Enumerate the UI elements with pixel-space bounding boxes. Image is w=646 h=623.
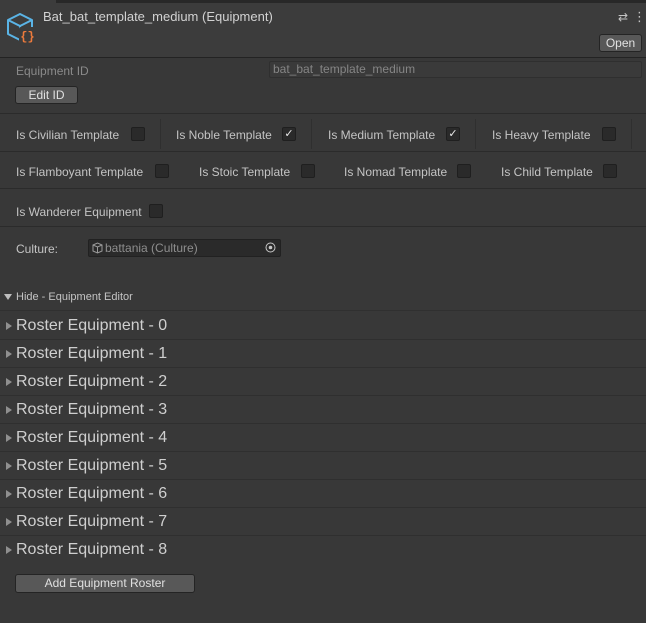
nomad-template-label: Is Nomad Template <box>344 165 448 179</box>
flamboyant-template-checkbox[interactable] <box>155 164 169 178</box>
wanderer-equipment-checkbox[interactable] <box>149 204 163 218</box>
noble-template-label: Is Noble Template <box>176 128 272 142</box>
roster-label: Roster Equipment - 3 <box>16 401 168 418</box>
roster-foldout-8[interactable]: Roster Equipment - 8 <box>0 536 646 564</box>
culture-object-field[interactable]: battania (Culture) <box>88 239 281 257</box>
wanderer-equipment-label: Is Wanderer Equipment <box>16 205 142 219</box>
child-template-checkbox[interactable] <box>603 164 617 178</box>
heavy-template-label: Is Heavy Template <box>492 128 591 142</box>
equipment-id-label: Equipment ID <box>16 64 89 78</box>
roster-label: Roster Equipment - 0 <box>16 317 168 334</box>
roster-foldout-3[interactable]: Roster Equipment - 3 <box>0 396 646 424</box>
divider <box>311 119 312 149</box>
divider <box>0 226 646 227</box>
foldout-collapsed-icon[interactable] <box>6 518 12 526</box>
equipment-id-field: bat_bat_template_medium <box>269 61 642 78</box>
equipment-editor-foldout[interactable]: Hide - Equipment Editor <box>16 291 133 303</box>
divider <box>0 151 646 152</box>
foldout-collapsed-icon[interactable] <box>6 406 12 414</box>
foldout-collapsed-icon[interactable] <box>6 378 12 386</box>
foldout-collapsed-icon[interactable] <box>6 546 12 554</box>
foldout-expanded-icon[interactable] <box>4 294 12 300</box>
roster-foldout-2[interactable]: Roster Equipment - 2 <box>0 368 646 396</box>
civilian-template-label: Is Civilian Template <box>16 128 120 142</box>
roster-label: Roster Equipment - 7 <box>16 513 168 530</box>
civilian-template-checkbox[interactable] <box>131 127 145 141</box>
roster-label: Roster Equipment - 8 <box>16 541 168 558</box>
stoic-template-checkbox[interactable] <box>301 164 315 178</box>
culture-value: battania (Culture) <box>105 241 198 255</box>
foldout-collapsed-icon[interactable] <box>6 434 12 442</box>
child-template-label: Is Child Template <box>501 165 593 179</box>
stoic-template-label: Is Stoic Template <box>199 165 291 179</box>
heavy-template-checkbox[interactable] <box>602 127 616 141</box>
roster-label: Roster Equipment - 2 <box>16 373 168 390</box>
roster-label: Roster Equipment - 4 <box>16 429 168 446</box>
foldout-collapsed-icon[interactable] <box>6 490 12 498</box>
roster-foldout-6[interactable]: Roster Equipment - 6 <box>0 480 646 508</box>
open-button[interactable]: Open <box>599 34 642 52</box>
divider <box>0 113 646 114</box>
settings-icon[interactable]: ⇄ <box>617 10 629 24</box>
foldout-collapsed-icon[interactable] <box>6 350 12 358</box>
divider <box>631 119 632 149</box>
flamboyant-template-label: Is Flamboyant Template <box>16 165 144 179</box>
roster-label: Roster Equipment - 6 <box>16 485 168 502</box>
roster-foldout-5[interactable]: Roster Equipment - 5 <box>0 452 646 480</box>
divider <box>475 119 476 149</box>
roster-foldout-7[interactable]: Roster Equipment - 7 <box>0 508 646 536</box>
foldout-collapsed-icon[interactable] <box>6 322 12 330</box>
more-options-icon[interactable]: ⋮ <box>633 10 646 24</box>
foldout-collapsed-icon[interactable] <box>6 462 12 470</box>
roster-foldout-4[interactable]: Roster Equipment - 4 <box>0 424 646 452</box>
roster-foldout-1[interactable]: Roster Equipment - 1 <box>0 340 646 368</box>
edit-id-button[interactable]: Edit ID <box>15 86 78 104</box>
divider <box>0 310 646 311</box>
medium-template-checkbox[interactable]: ✓ <box>446 127 460 141</box>
nomad-template-checkbox[interactable] <box>457 164 471 178</box>
divider <box>0 188 646 189</box>
object-picker-icon[interactable] <box>265 242 276 253</box>
noble-template-checkbox[interactable]: ✓ <box>282 127 296 141</box>
inspector-header: {} Bat_bat_template_medium (Equipment) ⇄… <box>0 3 646 58</box>
add-equipment-roster-button[interactable]: Add Equipment Roster <box>15 574 195 593</box>
svg-text:{}: {} <box>20 30 34 44</box>
roster-label: Roster Equipment - 5 <box>16 457 168 474</box>
medium-template-label: Is Medium Template <box>328 128 436 142</box>
cube-icon <box>92 242 103 254</box>
scriptable-object-icon: {} <box>7 13 36 44</box>
culture-label: Culture: <box>16 242 59 256</box>
asset-title: Bat_bat_template_medium (Equipment) <box>43 9 273 24</box>
roster-label: Roster Equipment - 1 <box>16 345 168 362</box>
roster-foldout-0[interactable]: Roster Equipment - 0 <box>0 312 646 340</box>
divider <box>160 119 161 149</box>
